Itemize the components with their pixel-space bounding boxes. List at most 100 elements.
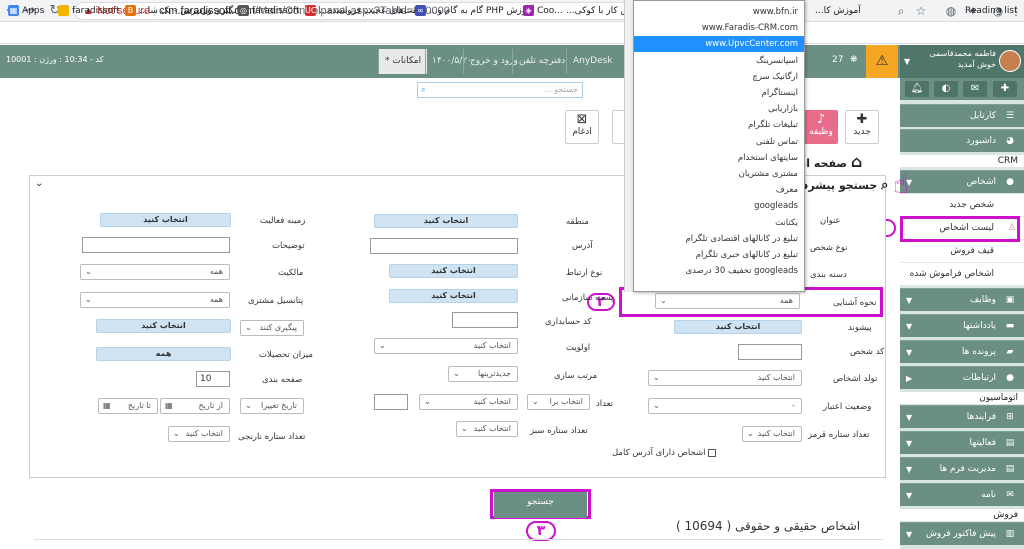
collapse-chevron-icon[interactable]: ⌄ <box>35 178 43 189</box>
globe-icon[interactable]: ◍ <box>943 3 959 19</box>
tab-anydesk[interactable]: AnyDesk <box>566 49 619 74</box>
dropdown-option[interactable]: googleads تخفیف 30 درصدی <box>634 263 804 279</box>
dropdown-option[interactable]: معرف <box>634 182 804 198</box>
ownership-select[interactable]: همه ⌄ <box>80 264 230 280</box>
address-input[interactable] <box>370 238 518 254</box>
global-search-input[interactable]: جستجو ... ⌕ <box>417 82 583 98</box>
sidebar-sub-sales-funnel[interactable]: قیف فروش <box>900 240 1024 263</box>
person-code-input[interactable] <box>738 344 802 360</box>
dropdown-option[interactable]: تبلیغ در کانالهای اقتصادی تلگرام <box>634 231 804 247</box>
education-select-button[interactable]: همه <box>96 347 231 361</box>
dropdown-option[interactable]: مشتری مشتریان <box>634 166 804 182</box>
acquaint-dropdown-list[interactable]: www.bfn.ir www.Faradis-CRM.com www.UpvcCen… <box>633 0 805 292</box>
bookmark-faradissoft-2[interactable]: faradissoft <box>252 4 300 18</box>
sidebar-item-persons[interactable]: ● ▼ اشخاص <box>900 170 1024 193</box>
sidebar-item-relations[interactable]: ● ▶ ارتباطات <box>900 366 1024 389</box>
credit-select[interactable]: - ⌄ <box>648 398 802 414</box>
bookmark-coo[interactable]: Coo... <box>537 4 563 18</box>
region-select-button[interactable]: انتخاب کنید <box>374 214 518 228</box>
full-address-checkbox[interactable] <box>708 449 716 457</box>
sidebar-item-proforma[interactable]: ▥ ▼ پیش فاکتور فروش <box>900 522 1024 545</box>
add-user-icon[interactable]: ✚ <box>993 81 1017 97</box>
date-to-input[interactable]: تا تاریخ ▦ <box>98 398 158 414</box>
date-from-input[interactable]: از تاریخ ▦ <box>160 398 230 414</box>
dropdown-option[interactable]: بازاریابی <box>634 101 804 117</box>
bookmark-prices[interactable]: قیمت‌های عجیب فروشنده... <box>319 4 425 18</box>
green-stars-select[interactable]: انتخاب کنید ⌄ <box>456 421 518 437</box>
bookmark-php[interactable]: آموزش PHP گام به گام و... <box>429 4 534 18</box>
sidebar-sub-forgotten[interactable]: اشخاص فراموش شده <box>900 263 1024 286</box>
tab-phonebook[interactable]: دفترچه تلفن <box>512 49 571 74</box>
dropdown-option[interactable]: اسپانسرینگ <box>634 53 804 69</box>
dropdown-option[interactable]: سایتهای استخدام <box>634 150 804 166</box>
sidebar-item-processes[interactable]: ⊞ ▼ فرایندها <box>900 405 1024 428</box>
dropdown-option[interactable]: ارگانیک سرچ <box>634 69 804 85</box>
green-stars-label: تعداد ستاره سبز <box>530 426 588 436</box>
dropdown-option[interactable]: تبلیغات تلگرام <box>634 117 804 133</box>
search-button[interactable]: جستجو <box>494 492 587 518</box>
bookmark-faradissoft[interactable]: faradissoft <box>72 4 120 18</box>
dropdown-scrollbar[interactable] <box>624 0 633 292</box>
chevron-right-icon: ▶ <box>906 374 913 383</box>
merge-button[interactable]: ⊠ ادغام <box>565 110 599 144</box>
reading-list[interactable]: Reading list <box>965 4 1018 18</box>
sidebar-item-tasks[interactable]: ▣ ▼ وظایف <box>900 288 1024 311</box>
zoom-icon[interactable]: ⌕ <box>893 3 909 19</box>
sidebar-sub-new-person[interactable]: شخص جدید <box>900 194 1024 217</box>
potential-select[interactable]: همه ⌄ <box>80 292 230 308</box>
tab-features[interactable]: * امکانات <box>378 49 428 74</box>
star-icon[interactable]: ☆ <box>913 3 929 19</box>
chevron-down-icon: ▼ <box>904 57 911 66</box>
sidebar-item-forms[interactable]: ▤ ▼ مدیریت فرم ها <box>900 457 1024 480</box>
date-change-select[interactable]: تاریخ تغییرا ⌄ <box>240 398 304 414</box>
credit-label: وضعیت اعتبار <box>823 402 872 412</box>
page-rows-input[interactable]: 10 <box>196 371 230 387</box>
sidebar-item-activities[interactable]: ▤ ▼ فعالیتها <box>900 431 1024 454</box>
orange-stars-select[interactable]: انتخاب کنید ⌄ <box>168 426 230 442</box>
activity-select-button[interactable]: انتخاب کنید <box>100 213 231 227</box>
red-stars-select[interactable]: انتخاب کنید ⌄ <box>742 426 802 442</box>
result-title: اشخاص حقیقی و حقوقی ( 10694 ) <box>676 519 861 533</box>
sidebar-label-crm: CRM <box>900 155 1024 167</box>
gauge-icon[interactable]: ◐ <box>934 81 958 97</box>
dropdown-option[interactable]: تماس تلفنی <box>634 134 804 150</box>
sort-select[interactable]: جدیدترینها ⌄ <box>448 366 518 382</box>
count-select-b[interactable]: انتخاب کنید ⌄ <box>419 394 518 410</box>
bookmark-wordpress[interactable]: بانگیری وردپرس - یک سا... <box>139 4 242 18</box>
dropdown-option[interactable]: یکتانت <box>634 215 804 231</box>
follow-select-button[interactable]: انتخاب کنید <box>96 319 231 333</box>
mail-icon[interactable]: ✉ <box>963 81 987 97</box>
dropdown-option[interactable]: www.bfn.ir <box>634 4 804 20</box>
dropdown-option[interactable]: تبلیغ در کانالهای خبری تلگرام <box>634 247 804 263</box>
count-select-a[interactable]: انتخاب برا ⌄ <box>527 394 590 410</box>
count-input[interactable] <box>374 394 408 410</box>
follow-select[interactable]: پیگیری کنند ⌄ <box>240 320 304 336</box>
birth-select[interactable]: انتخاب کنید ⌄ <box>648 370 802 386</box>
sidebar-item-dashboard[interactable]: ◕ داشبورد <box>900 129 1024 152</box>
prefix-select-button[interactable]: انتخاب کنید <box>674 320 802 334</box>
badge-count[interactable]: 27 <box>832 55 843 65</box>
dropdown-option[interactable]: googleads <box>634 198 804 214</box>
relation-select-button[interactable]: انتخاب کنید <box>389 264 518 278</box>
org-post-select-button[interactable]: انتخاب کنید <box>389 289 518 303</box>
sidebar-item-files[interactable]: ▰ ▼ پرونده ها <box>900 340 1024 363</box>
activity-label: زمینه فعالیت <box>260 216 306 226</box>
dropdown-option[interactable]: www.UpvcCenter.com <box>634 36 804 53</box>
desc-input[interactable] <box>82 237 230 253</box>
priority-select[interactable]: انتخاب کنید ⌄ <box>374 338 518 354</box>
relation-label: نوع ارتباط <box>566 268 603 278</box>
warning-icon[interactable]: ⚠ <box>866 45 898 78</box>
task-button[interactable]: ♪ وظیفه <box>804 110 838 144</box>
accounting-input[interactable] <box>452 312 518 328</box>
sidebar-item-notes[interactable]: ▬ ▼ یادداشتها <box>900 314 1024 337</box>
new-button[interactable]: ✚ جدید <box>845 110 879 144</box>
bookmark-tutorial[interactable]: آموزش کا... <box>815 4 861 18</box>
bell-icon[interactable]: 🔔︎ <box>905 81 929 97</box>
bookmark-apps[interactable]: Apps <box>22 4 44 18</box>
dropdown-option[interactable]: اینستاگرام <box>634 85 804 101</box>
sidebar-item-cartable[interactable]: ☰ کارتابل <box>900 104 1024 127</box>
sidebar-item-letter[interactable]: ✉ ▼ نامه <box>900 483 1024 506</box>
user-block[interactable]: ▼ فاطمه محمدقاسمی خوش آمدید <box>900 45 1024 78</box>
dropdown-option[interactable]: www.Faradis-CRM.com <box>634 20 804 36</box>
divider <box>34 539 884 540</box>
